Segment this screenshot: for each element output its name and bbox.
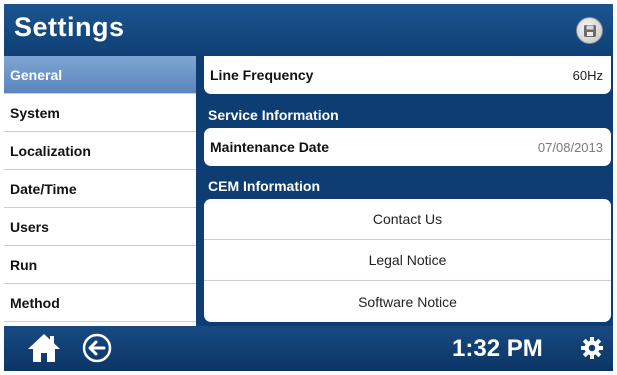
clock-time: 1:32 PM <box>452 335 543 362</box>
legal-notice-button[interactable]: Legal Notice <box>204 240 611 281</box>
save-disk-icon <box>583 24 596 37</box>
line-frequency-row[interactable]: Line Frequency 60Hz <box>204 56 611 94</box>
settings-sidebar: General System Localization Date/Time Us… <box>4 56 196 326</box>
sidebar-item-run[interactable]: Run <box>4 246 196 284</box>
settings-screen: Settings General System Localization Dat… <box>4 4 613 371</box>
footer-bar: 1:32 PM <box>4 326 613 371</box>
line-frequency-label: Line Frequency <box>210 67 314 83</box>
sidebar-item-label: Run <box>10 256 38 273</box>
sidebar-item-system[interactable]: System <box>4 94 196 132</box>
sidebar-item-label: Users <box>10 218 49 235</box>
line-frequency-value: 60Hz <box>572 67 603 83</box>
page-title: Settings <box>14 12 125 42</box>
sidebar-item-label: General <box>10 66 63 83</box>
save-button[interactable] <box>576 17 603 44</box>
sidebar-item-label: Method <box>10 294 60 311</box>
maintenance-date-value: 07/08/2013 <box>537 139 603 155</box>
gear-icon <box>581 337 603 359</box>
settings-button[interactable] <box>580 336 604 360</box>
sidebar-item-localization[interactable]: Localization <box>4 132 196 170</box>
maintenance-date-label: Maintenance Date <box>210 139 330 155</box>
contact-us-button[interactable]: Contact Us <box>204 199 611 240</box>
header-bar: Settings <box>4 4 613 56</box>
back-button[interactable] <box>82 333 112 363</box>
settings-panel: Line Frequency 60Hz Service Information … <box>200 56 613 326</box>
cem-information-heading: CEM Information <box>208 178 320 194</box>
sidebar-item-users[interactable]: Users <box>4 208 196 246</box>
sidebar-item-method[interactable]: Method <box>4 284 196 322</box>
maintenance-date-row[interactable]: Maintenance Date 07/08/2013 <box>204 128 611 166</box>
sidebar-item-label: Date/Time <box>10 180 77 197</box>
cem-buttons-card: Contact Us Legal Notice Software Notice <box>204 199 611 322</box>
service-information-heading: Service Information <box>208 107 339 123</box>
sidebar-item-date-time[interactable]: Date/Time <box>4 170 196 208</box>
sidebar-item-general[interactable]: General <box>4 56 196 94</box>
software-notice-button[interactable]: Software Notice <box>204 281 611 322</box>
sidebar-item-label: Localization <box>10 142 91 159</box>
home-icon <box>28 334 60 362</box>
home-button[interactable] <box>26 332 62 364</box>
sidebar-item-label: System <box>10 104 60 121</box>
back-arrow-icon <box>82 333 112 363</box>
